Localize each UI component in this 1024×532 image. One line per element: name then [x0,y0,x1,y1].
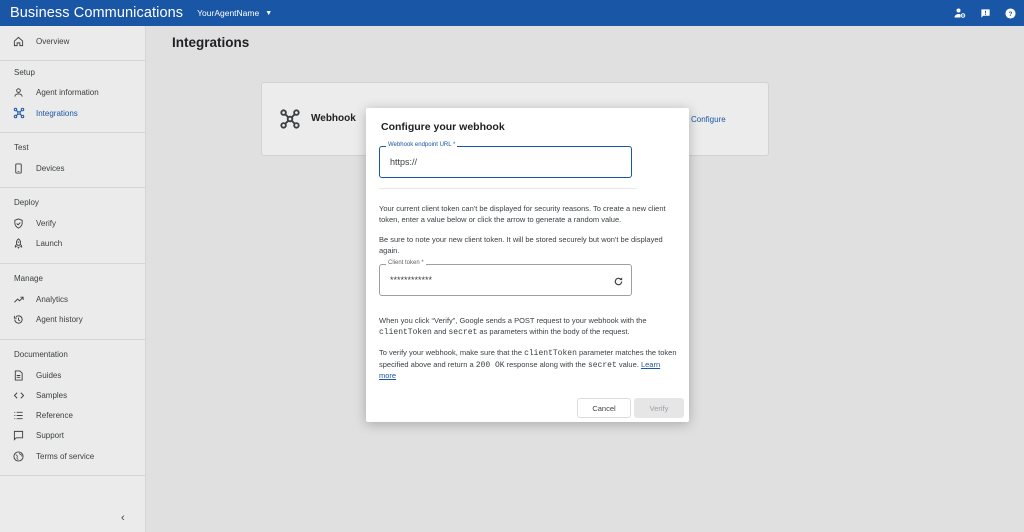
dialog-title: Configure your webhook [381,121,505,133]
chat-icon [13,430,24,441]
configure-webhook-dialog: Configure your webhook Webhook endpoint … [366,108,689,422]
code-fragment: secret [587,360,617,370]
home-icon [13,36,24,46]
sidebar-item-label: Agent information [36,87,99,97]
code-icon [13,391,25,399]
client-token-field[interactable]: Client token * [379,260,632,296]
webhook-icon [13,107,25,119]
verify-button[interactable]: Verify [634,398,684,418]
person-icon [14,87,23,97]
text-fragment: response along with the [504,359,588,369]
sidebar-item-verify[interactable]: Verify [0,213,145,233]
sidebar-item-support[interactable]: Support [0,425,145,445]
sidebar-item-devices[interactable]: Devices [0,158,145,178]
sidebar-item-label: Agent history [36,314,83,324]
chevron-down-icon: ▼ [265,9,273,17]
client-token-input[interactable] [380,265,631,295]
rocket-icon [14,237,23,249]
agent-name: YourAgentName [197,8,260,18]
webhook-url-input[interactable] [380,147,631,177]
phone-icon [15,162,22,174]
card-title: Webhook [311,113,356,124]
sidebar-item-label: Overview [36,36,70,46]
text-fragment: as parameters within the body of the req… [477,326,630,336]
trending-up-icon [14,296,24,303]
webhook-icon [279,108,301,135]
webhook-url-field[interactable]: Webhook endpoint URL * [379,142,632,178]
svg-text:?: ? [1009,10,1013,17]
sidebar-item-guides[interactable]: Guides [0,365,145,385]
sidebar-item-integrations[interactable]: Integrations [0,103,145,123]
code-fragment: secret [448,327,478,337]
verify-instructions-text: To verify your webhook, make sure that t… [379,348,679,382]
person-settings-icon[interactable] [954,7,966,19]
sidebar-item-reference[interactable]: Reference [0,405,145,425]
sidebar-item-label: Launch [36,238,63,248]
sidebar-item-label: Support [36,430,65,440]
sidebar-item-samples[interactable]: Samples [0,385,145,405]
help-icon[interactable]: ? [1005,7,1016,19]
globe-icon [13,450,24,462]
text-fragment: request to your webhook with the [534,316,647,325]
sidebar-item-agent-information[interactable]: Agent information [0,82,145,102]
cancel-button[interactable]: Cancel [577,398,631,418]
code-fragment: clientToken [524,349,577,358]
sidebar-divider [0,60,145,61]
token-note-text: Be sure to note your new client token. I… [379,235,663,255]
shield-check-icon [14,217,23,229]
sidebar-item-label: Analytics [36,294,69,304]
list-icon [14,411,23,419]
sidebar-item-analytics[interactable]: Analytics [0,289,145,309]
sidebar-divider [0,187,145,188]
text-fragment: To verify your webhook, make sure that t… [379,348,525,357]
text-fragment: and [431,326,449,336]
code-fragment: clientToken [379,327,432,337]
sidebar-item-label: Terms of service [36,451,95,461]
text-fragment: POST [514,316,535,325]
refresh-icon[interactable] [613,274,624,292]
sidebar-divider [0,339,145,340]
sidebar-divider [0,132,145,133]
agent-selector[interactable]: YourAgentName ▼ [197,8,272,18]
collapse-sidebar-icon[interactable]: ‹ [121,512,125,524]
section-title-test: Test [14,143,29,152]
sidebar-item-label: Verify [36,218,57,228]
sidebar-item-launch[interactable]: Launch [0,233,145,253]
configure-link[interactable]: Configure [691,115,726,124]
section-title-manage: Manage [14,274,43,283]
verify-info-text: When you click “Verify”, Google sends a … [379,316,679,338]
section-title-setup: Setup [14,68,35,77]
sidebar-item-agent-history[interactable]: Agent history [0,309,145,329]
sidebar-divider [0,263,145,264]
sidebar-divider [0,475,145,476]
text-fragment: value. [616,359,641,369]
sidebar-item-label: Guides [36,370,62,380]
top-app-bar: Business Communications YourAgentName ▼ … [0,0,1024,26]
token-info-text: Your current client token can't be displ… [379,204,666,224]
text-fragment: When you click “Verify”, Google sends a [379,316,515,325]
sidebar-item-label: Reference [36,410,73,420]
page-title: Integrations [172,35,250,50]
sidebar: Overview Setup Agent information Integra… [0,26,146,532]
sidebar-item-label: Integrations [36,108,78,118]
history-icon [13,314,23,324]
sidebar-item-terms[interactable]: Terms of service [0,446,145,466]
app-title: Business Communications [10,5,184,21]
sidebar-item-label: Samples [36,390,68,400]
dialog-divider [379,188,637,189]
sidebar-item-overview[interactable]: Overview [0,31,145,51]
feedback-icon[interactable] [980,8,991,19]
document-icon [14,369,23,381]
section-title-deploy: Deploy [14,198,39,207]
sidebar-item-label: Devices [36,163,65,173]
top-actions: ? [954,0,1016,26]
section-title-documentation: Documentation [14,350,68,359]
code-fragment: 200 OK [475,360,505,370]
